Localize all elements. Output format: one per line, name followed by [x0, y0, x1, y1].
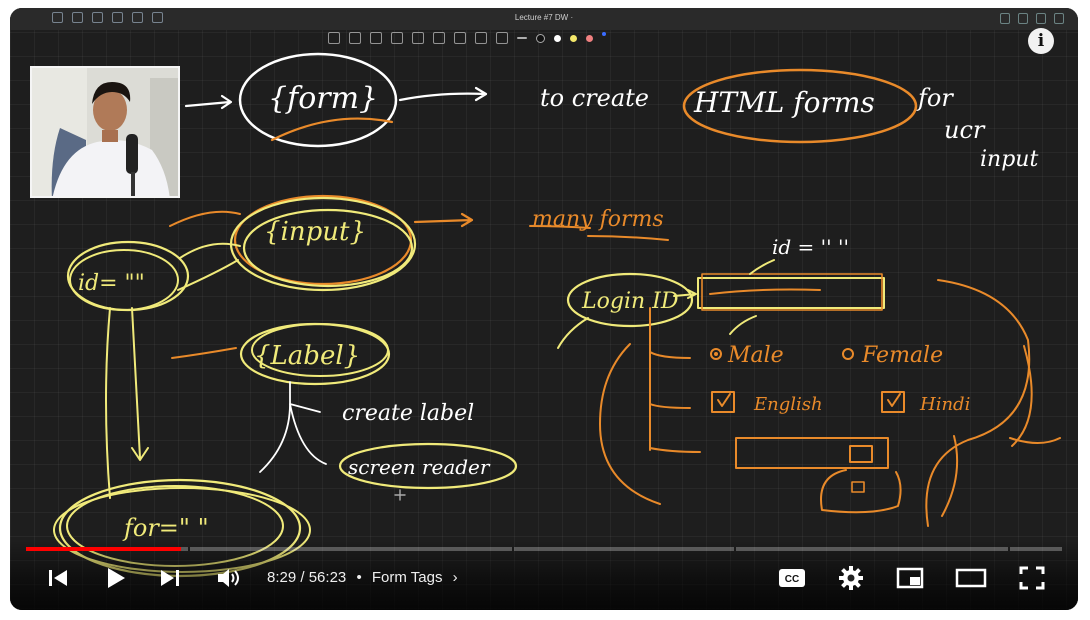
form-underline — [270, 117, 394, 142]
theater-mode-icon — [955, 568, 987, 588]
settings-button[interactable] — [836, 564, 866, 592]
svg-text:CC: CC — [785, 574, 799, 585]
duration: 56:23 — [308, 569, 347, 586]
input-tag-text: {input} — [264, 217, 366, 247]
miniplayer-button[interactable] — [894, 564, 926, 592]
connector-id-for — [105, 307, 111, 499]
fullscreen-button[interactable] — [1016, 564, 1048, 592]
current-time: 8:29 — [267, 569, 297, 586]
for-attr-text: for=" " — [122, 514, 209, 542]
whiteboard-ink: {form} to create HTML forms for ucr inpu… — [53, 52, 1061, 578]
chapter-segment — [514, 547, 734, 551]
time-separator: / — [300, 569, 305, 586]
chapter-segment — [1010, 547, 1062, 551]
dropdown-box — [820, 469, 902, 514]
gear-icon — [839, 566, 863, 590]
english-checkbox — [711, 391, 735, 413]
screen-reader-text: screen reader — [348, 455, 491, 479]
male-text: Male — [727, 343, 784, 368]
arrow-form-desc — [398, 86, 488, 102]
many-forms-text: many forms — [532, 207, 664, 232]
miniplayer-icon — [896, 567, 924, 589]
chapter-title[interactable]: Form Tags — [372, 569, 443, 586]
next-button[interactable] — [156, 564, 184, 592]
theater-mode-button[interactable] — [954, 564, 988, 592]
chapter-segment — [736, 547, 1008, 551]
arrow-to-form — [184, 94, 233, 110]
arrow-to-label — [171, 347, 237, 359]
volume-button[interactable] — [214, 564, 244, 592]
id-attr-text: id= "" — [78, 271, 145, 296]
female-text: Female — [861, 343, 943, 368]
id-hint-text: id = '' '' — [772, 235, 849, 259]
progress-played — [26, 547, 181, 551]
play-button[interactable] — [102, 564, 130, 592]
label-tag-text: {Label} — [254, 341, 360, 371]
time-display: 8:29 / 56:23 • Form Tags › — [267, 569, 458, 586]
chapter-segment — [190, 547, 512, 551]
arrow-to-input — [169, 210, 241, 227]
english-text: English — [753, 394, 823, 415]
for-text: for — [916, 84, 954, 112]
chevron-right-icon[interactable]: › — [453, 569, 458, 586]
female-radio — [842, 348, 854, 360]
html-forms-text: HTML forms — [693, 86, 875, 119]
hindi-checkbox — [881, 391, 905, 413]
play-icon — [108, 568, 125, 588]
previous-button[interactable] — [44, 564, 72, 592]
progress-bar[interactable] — [26, 547, 1062, 551]
create-label-text: create label — [342, 401, 474, 426]
options-tree — [649, 307, 701, 453]
skip-next-icon — [161, 570, 179, 586]
login-id-text: Login ID — [581, 289, 679, 314]
skip-previous-icon — [49, 570, 67, 586]
captions-button[interactable]: CC — [776, 564, 808, 592]
move-cursor-icon — [394, 489, 406, 501]
input-text: input — [980, 147, 1038, 172]
hindi-text: Hindi — [919, 394, 970, 415]
arrow-input-forms — [413, 212, 474, 228]
bullet: • — [356, 569, 362, 586]
fullscreen-icon — [1019, 566, 1045, 590]
captions-icon: CC — [779, 569, 805, 587]
user-text: ucr — [944, 116, 986, 144]
volume-icon — [218, 569, 239, 587]
video-player[interactable]: Lecture #7 DW · i {form} to create HTML … — [10, 8, 1078, 610]
to-create-text: to create — [540, 84, 649, 112]
form-tag-text: {form} — [268, 81, 378, 116]
select-box — [735, 437, 889, 469]
